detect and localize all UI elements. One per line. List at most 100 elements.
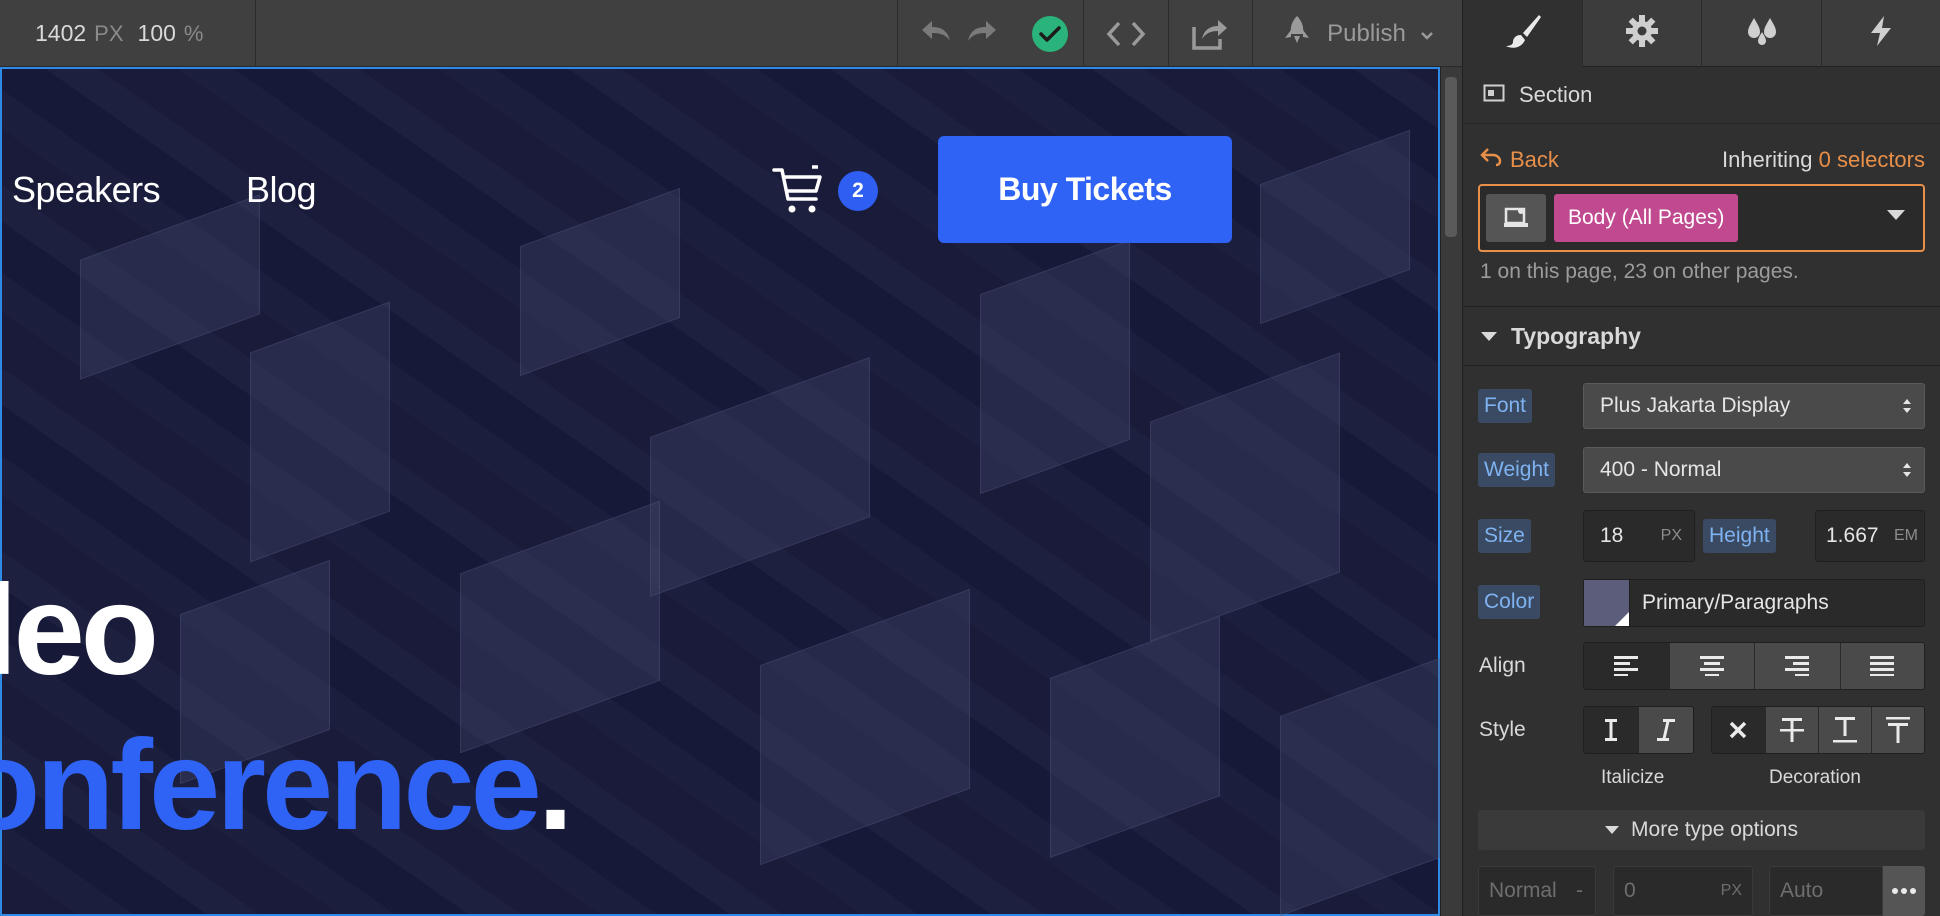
drops-icon xyxy=(1742,14,1782,53)
line-height-unit[interactable]: EM xyxy=(1894,527,1918,545)
size-value: 18 xyxy=(1600,524,1624,547)
export-icon[interactable] xyxy=(1167,0,1252,67)
viewport-width-unit: PX xyxy=(94,20,124,46)
selector-field[interactable]: Body (All Pages) xyxy=(1478,184,1925,252)
tab-style[interactable] xyxy=(1463,0,1583,67)
color-input[interactable]: Primary/Paragraphs xyxy=(1583,579,1925,627)
align-right-button[interactable] xyxy=(1754,643,1840,689)
design-canvas[interactable]: Speakers Blog 2 Buy Tickets leo onferenc… xyxy=(0,67,1440,916)
size-input[interactable]: 18 PX xyxy=(1583,510,1695,562)
align-justify-button[interactable] xyxy=(1839,643,1924,689)
tab-interactions[interactable] xyxy=(1820,0,1940,67)
x-icon xyxy=(1730,721,1747,739)
typography-title: Typography xyxy=(1511,322,1641,349)
saved-status[interactable] xyxy=(1020,0,1080,67)
nav-link-speakers[interactable]: Speakers xyxy=(12,169,161,211)
upright-i-icon xyxy=(1605,719,1617,741)
back-label: Back xyxy=(1510,147,1559,172)
style-label: Style xyxy=(1479,718,1526,741)
nav-link-blog[interactable]: Blog xyxy=(246,169,317,211)
inheriting-selectors-link[interactable]: 0 selectors xyxy=(1819,147,1925,172)
align-label: Align xyxy=(1479,654,1526,677)
letter-spacing-input[interactable]: 0 PX xyxy=(1613,866,1753,916)
code-icon[interactable] xyxy=(1084,20,1168,48)
color-label[interactable]: Color xyxy=(1478,585,1541,619)
style-panel: Section Back Inheriting 0 selectors Body… xyxy=(1462,0,1940,916)
font-select[interactable]: Plus Jakarta Display xyxy=(1583,383,1925,429)
select-arrows-icon xyxy=(1903,399,1911,413)
align-center-icon xyxy=(1699,656,1724,676)
line-height-input[interactable]: 1.667 EM xyxy=(1815,510,1925,562)
decoration-none-button[interactable] xyxy=(1712,707,1765,753)
caret-down-icon xyxy=(1605,826,1620,834)
publish-label: Publish xyxy=(1327,19,1406,47)
viewport-width-value[interactable]: 1402 xyxy=(35,20,86,47)
lightning-icon xyxy=(1868,14,1894,53)
underline-button[interactable] xyxy=(1818,707,1871,753)
brush-icon xyxy=(1503,13,1543,54)
typography-section-header[interactable]: Typography xyxy=(1463,306,1940,366)
align-center-button[interactable] xyxy=(1668,643,1754,689)
bottom-field-2-value: 0 xyxy=(1624,879,1636,902)
strikethrough-icon xyxy=(1779,718,1804,742)
more-options-dots-icon[interactable] xyxy=(1883,866,1925,916)
italic-off-button[interactable] xyxy=(1584,707,1638,753)
selector-state-icon[interactable] xyxy=(1486,194,1546,242)
cart-icon[interactable] xyxy=(772,165,824,215)
align-justify-icon xyxy=(1870,656,1895,676)
back-button[interactable]: Back xyxy=(1480,147,1559,173)
undo-icon[interactable] xyxy=(919,18,953,49)
letter-spacing-style-input[interactable]: Normal - xyxy=(1478,866,1596,916)
align-left-button[interactable] xyxy=(1584,643,1669,689)
decoration-caption: Decoration xyxy=(1769,767,1861,788)
more-type-options-button[interactable]: More type options xyxy=(1478,810,1925,850)
size-unit[interactable]: PX xyxy=(1661,527,1682,545)
size-label[interactable]: Size xyxy=(1478,519,1531,553)
chevron-down-icon xyxy=(1420,20,1434,48)
bottom-field-1-suffix: - xyxy=(1576,879,1583,902)
font-label[interactable]: Font xyxy=(1478,389,1533,423)
italic-on-button[interactable] xyxy=(1638,707,1693,753)
hero-heading-line-2: onference. xyxy=(0,722,573,850)
weight-select[interactable]: 400 - Normal xyxy=(1583,447,1925,493)
tab-style-manager[interactable] xyxy=(1701,0,1820,67)
rocket-icon xyxy=(1281,14,1313,53)
zoom-unit: % xyxy=(183,20,204,46)
tab-settings[interactable] xyxy=(1582,0,1701,67)
weight-select-value: 400 - Normal xyxy=(1600,458,1722,481)
inheriting-info: Inheriting 0 selectors xyxy=(1722,147,1925,173)
weight-label[interactable]: Weight xyxy=(1478,453,1555,487)
align-right-icon xyxy=(1785,656,1810,676)
panel-tabs xyxy=(1463,0,1940,67)
top-toolbar: 1402 PX 100 % Publish xyxy=(0,0,1462,67)
color-swatch[interactable] xyxy=(1584,580,1630,626)
more-type-options-label: More type options xyxy=(1631,818,1798,841)
height-label[interactable]: Height xyxy=(1703,519,1776,553)
redo-icon[interactable] xyxy=(965,18,999,49)
check-icon xyxy=(1032,15,1068,52)
bottom-field-2-suffix: PX xyxy=(1720,882,1742,899)
gear-icon xyxy=(1625,14,1659,53)
scrollbar-thumb[interactable] xyxy=(1445,77,1457,237)
canvas-scrollbar[interactable] xyxy=(1440,67,1462,916)
buy-tickets-button[interactable]: Buy Tickets xyxy=(938,136,1232,243)
columns-input[interactable]: Auto xyxy=(1769,866,1883,916)
line-height-value: 1.667 xyxy=(1826,524,1879,547)
hero-heading-line-1: leo xyxy=(0,559,159,702)
font-select-value: Plus Jakarta Display xyxy=(1600,394,1791,417)
overline-button[interactable] xyxy=(1870,707,1924,753)
code-export-group xyxy=(1083,0,1251,67)
strikethrough-button[interactable] xyxy=(1764,707,1818,753)
back-arrow-icon xyxy=(1480,147,1502,173)
zoom-value[interactable]: 100 xyxy=(138,20,176,47)
align-left-icon xyxy=(1614,656,1639,676)
selector-tag[interactable]: Body (All Pages) xyxy=(1554,194,1739,242)
section-icon xyxy=(1483,82,1505,108)
cart-count-badge: 2 xyxy=(838,171,878,211)
collapse-caret-icon xyxy=(1481,331,1497,341)
publish-button[interactable]: Publish xyxy=(1252,0,1462,67)
italic-i-icon xyxy=(1657,719,1675,741)
hero-heading-line-2-text: onference xyxy=(0,714,542,857)
viewport-size-readout: 1402 PX 100 % xyxy=(0,0,256,67)
selector-dropdown-icon[interactable] xyxy=(1887,210,1905,220)
